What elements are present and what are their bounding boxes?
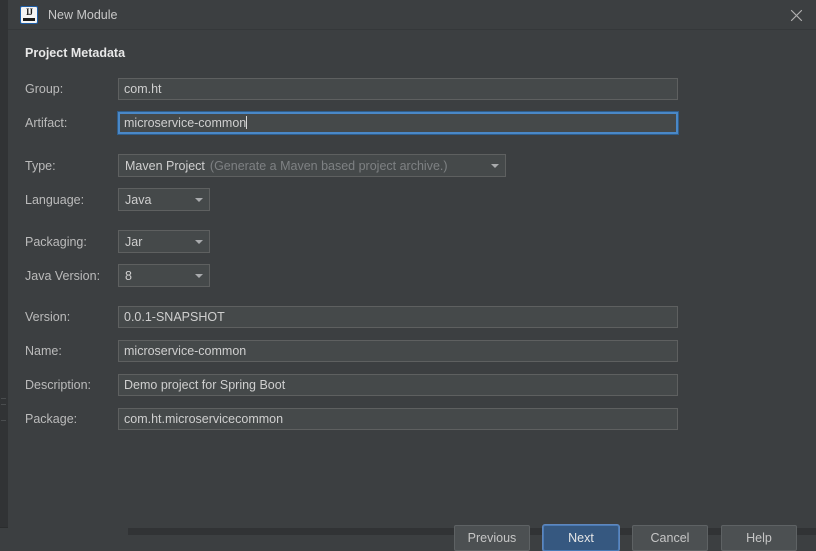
previous-button[interactable]: Previous [454,525,530,551]
packaging-combobox-value: Jar [125,234,143,249]
next-button[interactable]: Next [543,525,619,551]
form-row-description: Description: Demo project for Spring Boo… [25,374,678,396]
form-row-package: Package: com.ht.microservicecommon [25,408,678,430]
intellij-idea-icon-letters: IJ [25,7,33,17]
package-label: Package: [25,412,78,426]
form-row-java-version: Java Version: 8 [25,264,210,287]
language-combobox[interactable]: Java [118,188,210,211]
form-row-type: Type: Maven Project (Generate a Maven ba… [25,154,506,177]
artifact-input[interactable]: microservice-common [118,112,678,134]
type-combobox-value: Maven Project [125,158,205,173]
dialog-button-bar: Previous Next Cancel Help [8,525,816,551]
package-input[interactable]: com.ht.microservicecommon [118,408,678,430]
dialog-title: New Module [48,8,118,22]
cancel-button[interactable]: Cancel [632,525,708,551]
form-row-name: Name: microservice-common [25,340,678,362]
description-input[interactable]: Demo project for Spring Boot [118,374,678,396]
edge-tick [1,420,6,421]
edge-tick [1,404,6,405]
dialog-title-bar: IJ New Module [8,0,816,30]
artifact-input-value: microservice-common [124,116,247,130]
edge-tick [1,398,6,399]
type-combobox-hint: (Generate a Maven based project archive.… [209,158,448,173]
chevron-down-icon[interactable] [188,189,209,210]
chevron-down-glyph [194,239,203,244]
text-caret [246,116,248,129]
page-title: Project Metadata [25,46,126,60]
type-label: Type: [25,158,56,173]
name-input[interactable]: microservice-common [118,340,678,362]
form-row-version: Version: 0.0.1-SNAPSHOT [25,306,678,328]
version-input[interactable]: 0.0.1-SNAPSHOT [118,306,678,328]
title-bar-divider [8,29,816,30]
version-label: Version: [25,310,71,324]
packaging-combobox[interactable]: Jar [118,230,210,253]
chevron-down-icon[interactable] [188,265,209,286]
chevron-down-icon[interactable] [188,231,209,252]
artifact-label: Artifact: [25,116,68,130]
description-label: Description: [25,378,91,392]
close-icon[interactable] [786,5,806,25]
packaging-label: Packaging: [25,234,87,249]
form-row-artifact: Artifact: microservice-common [25,112,678,134]
intellij-idea-icon: IJ [20,6,38,24]
help-button[interactable]: Help [721,525,797,551]
java-version-combobox-value: 8 [125,268,132,283]
form-row-language: Language: Java [25,188,210,211]
language-combobox-value: Java [125,192,152,207]
java-version-combobox[interactable]: 8 [118,264,210,287]
new-module-dialog: IJ New Module Project Metadata Group: co… [8,0,816,551]
group-label: Group: [25,82,64,96]
chevron-down-glyph [490,163,499,168]
name-label: Name: [25,344,62,358]
form-row-group: Group: com.ht [25,78,678,100]
chevron-down-icon[interactable] [484,155,505,176]
java-version-label: Java Version: [25,268,101,283]
chevron-down-glyph [194,197,203,202]
group-input[interactable]: com.ht [118,78,678,100]
language-label: Language: [25,192,85,207]
chevron-down-glyph [194,273,203,278]
intellij-idea-icon-bar [23,18,35,21]
type-combobox[interactable]: Maven Project (Generate a Maven based pr… [118,154,506,177]
form-row-packaging: Packaging: Jar [25,230,210,253]
